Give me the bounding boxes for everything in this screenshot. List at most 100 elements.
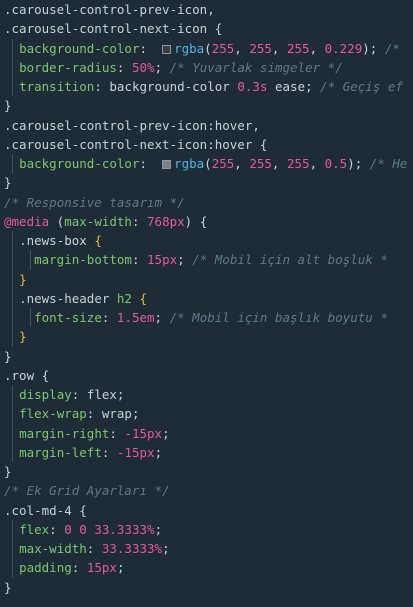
code-token: .carousel-control-prev-icon, (4, 2, 215, 17)
indent-guide (12, 385, 13, 405)
code-line: .carousel-control-prev-icon, (0, 0, 413, 19)
code-token: ( (204, 156, 212, 171)
code-token: 50 (131, 59, 148, 75)
code-line: flex-wrap: wrap; (0, 404, 413, 424)
code-token: 15 (147, 252, 163, 268)
code-token: : (71, 560, 87, 576)
indent-guide (30, 308, 31, 328)
code-token: px (101, 560, 117, 576)
code-token: em (139, 310, 155, 325)
code-token: } (4, 348, 12, 364)
code-editor[interactable]: .carousel-control-prev-icon, .carousel-co… (0, 0, 413, 607)
code-token: rgba (174, 156, 205, 171)
code-token: { (79, 502, 87, 518)
code-token: px (139, 444, 155, 460)
code-token: : (49, 521, 65, 537)
code-token: 33.3333 (94, 521, 148, 537)
code-token: -15 (124, 425, 148, 441)
indent-guide (12, 288, 13, 308)
code-token: } (19, 271, 27, 287)
code-line: @media (max-width: 768px) { (0, 212, 413, 231)
code-token: max-width (64, 213, 132, 229)
code-token: , (234, 156, 250, 171)
code-token: : (101, 310, 117, 325)
code-token: } (4, 175, 12, 191)
code-token: ; (131, 406, 140, 422)
code-token: margin-bottom (34, 252, 132, 268)
indent-guide (12, 558, 13, 578)
indent-guide (12, 423, 13, 443)
code-token: margin-right (19, 425, 110, 441)
code-line: padding: 15px; (0, 558, 413, 578)
code-token: .news-header (19, 290, 117, 306)
code-token: background-color (19, 156, 140, 171)
code-token: : (94, 79, 110, 94)
code-line: flex: 0 0 33.3333%; (0, 519, 413, 539)
code-token: /* He (369, 156, 408, 171)
code-token: background-color (19, 40, 140, 56)
code-token: { (94, 233, 102, 248)
code-token: } (4, 579, 12, 595)
code-token: ; (154, 310, 170, 325)
code-line: margin-right: -15px; (0, 423, 413, 443)
code-token: /* Mobil için alt boşluk * (192, 252, 388, 268)
code-line: margin-bottom: 15px; /* Mobil için alt b… (0, 250, 413, 270)
code-token: /* Mobil için başlık boyutu * (169, 310, 388, 325)
indent-guide (12, 77, 13, 97)
code-token: { (139, 290, 148, 306)
code-line: .news-box { (0, 231, 413, 251)
indent-guide (12, 442, 13, 462)
code-token: ; (177, 252, 193, 268)
code-line: background-color: rgba(255, 255, 255, 0.… (0, 154, 413, 174)
code-token: ; (116, 387, 125, 402)
code-token: ; (154, 59, 170, 75)
code-token: margin-left (19, 444, 102, 460)
code-token: ease (267, 79, 306, 94)
code-token: : (116, 59, 132, 75)
code-token: } (19, 329, 27, 345)
code-token: .col-md-4 (4, 502, 80, 518)
code-line: background-color: rgba(255, 255, 255, 0.… (0, 38, 413, 58)
code-line: } (0, 462, 413, 481)
code-token: : (131, 252, 148, 268)
code-line: display: flex; (0, 385, 413, 405)
code-line: } (0, 173, 413, 192)
code-line: .carousel-control-next-icon:hover { (0, 135, 413, 154)
code-token: ; (305, 79, 321, 94)
code-token: 255 (211, 156, 235, 171)
indent-guide (12, 57, 13, 77)
code-token: 768 (147, 213, 170, 229)
code-token: , (271, 40, 287, 56)
code-token: : (139, 40, 163, 56)
code-line: .col-md-4 { (0, 501, 413, 520)
code-token: 0.3 (237, 79, 260, 94)
code-token: flex-wrap (19, 406, 87, 422)
code-token: 255 (286, 40, 310, 56)
code-token: px (169, 213, 185, 229)
code-token: 0.229 (324, 40, 363, 56)
code-token: 255 (286, 156, 310, 171)
code-token: background-color (109, 79, 238, 94)
code-token: : (139, 156, 163, 171)
code-token: : (109, 425, 125, 441)
code-token: /* Geçiş ef (320, 79, 403, 94)
code-token: ) { (184, 213, 208, 229)
code-token: rgba (174, 40, 205, 56)
code-line: } (0, 96, 413, 115)
indent-guide (12, 38, 13, 58)
code-token: /* Responsive tasarım */ (4, 194, 185, 210)
code-token: transition (19, 79, 95, 94)
code-token: px (162, 252, 178, 268)
code-token: flex (19, 521, 50, 537)
color-swatch[interactable] (162, 160, 172, 169)
code-token: , (234, 40, 250, 56)
code-line: font-size: 1.5em; /* Mobil için başlık b… (0, 308, 413, 328)
code-token: /* Ek Grid Ayarları */ (4, 483, 170, 499)
code-line: .carousel-control-prev-icon:hover, (0, 116, 413, 135)
code-token: { (214, 21, 223, 37)
code-token: ; (154, 521, 163, 537)
code-token: ; (116, 560, 125, 576)
code-token: px (147, 425, 163, 441)
color-swatch[interactable] (162, 44, 172, 54)
